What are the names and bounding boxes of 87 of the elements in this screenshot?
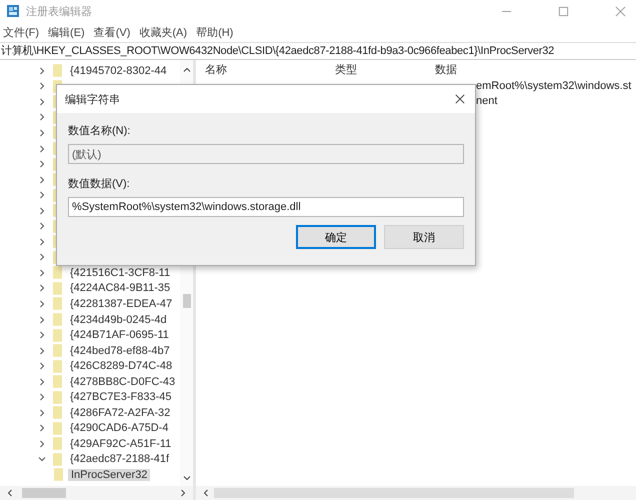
tree-item[interactable]: {424B71AF-0695-11 <box>67 329 172 342</box>
tree-item[interactable]: {429AF92C-A51F-11 <box>67 438 174 450</box>
chevron-right-icon[interactable] <box>38 176 46 184</box>
menu-item[interactable]: 查看(V) <box>94 24 130 40</box>
chevron-right-icon[interactable] <box>38 238 46 246</box>
folder-icon <box>53 344 62 358</box>
chevron-right-icon[interactable] <box>38 253 46 262</box>
horizontal-scrollbar[interactable] <box>196 486 636 500</box>
folder-icon <box>53 437 62 450</box>
horizontal-scrollbar[interactable] <box>0 486 193 500</box>
tree-item[interactable]: {426C8289-D74C-48 <box>67 360 176 372</box>
chevron-right-icon[interactable] <box>38 160 46 168</box>
table-cell: emRoot%\system32\windows.st <box>476 80 632 92</box>
scroll-left-icon[interactable] <box>6 489 14 497</box>
tree-item[interactable]: {4224AC84-9B11-35 <box>67 282 174 294</box>
menu-item[interactable]: 文件(F) <box>3 24 40 40</box>
tree-item[interactable]: {421516C1-3CF8-11 <box>67 266 174 279</box>
chevron-right-icon[interactable] <box>38 408 46 417</box>
folder-icon <box>54 468 63 482</box>
tree-item[interactable]: {4286FA72-A2FA-32 <box>67 406 174 419</box>
address-bar[interactable]: 计算机\HKEY_CLASSES_ROOT\WOW6432Node\CLSID\{42aedc87-2188-41fd-b9a3-0c966feabec1}\InProcServer32 <box>0 42 636 60</box>
folder-icon <box>53 375 62 388</box>
chevron-right-icon[interactable] <box>38 82 46 90</box>
chevron-right-icon[interactable] <box>38 268 46 277</box>
chevron-right-icon[interactable] <box>38 346 46 355</box>
tree-item[interactable]: {4278BB8C-D0FC-43 <box>67 376 178 388</box>
menu-item[interactable]: 帮助(H) <box>196 24 234 40</box>
tree-item[interactable]: {42281387-EDEA-47 <box>67 298 176 310</box>
folder-icon <box>53 390 62 404</box>
field-label: 数值数据(V): <box>68 177 131 191</box>
chevron-right-icon[interactable] <box>38 113 46 122</box>
folder-icon <box>53 297 62 310</box>
folder-icon <box>53 422 62 435</box>
chevron-right-icon[interactable] <box>38 300 46 308</box>
tree-item[interactable]: {427BC7E3-F833-45 <box>67 391 175 404</box>
chevron-right-icon[interactable] <box>38 206 46 215</box>
chevron-right-icon[interactable] <box>38 378 46 386</box>
menu-item[interactable]: 编辑(E) <box>48 24 85 40</box>
table-cell: nent <box>476 94 498 106</box>
tree-item[interactable]: InProcServer32 <box>68 468 150 481</box>
chevron-right-icon[interactable] <box>38 331 46 340</box>
scroll-left-icon[interactable] <box>202 489 210 497</box>
tree-item[interactable]: {424bed78-ef88-4b7 <box>67 344 173 357</box>
chevron-right-icon[interactable] <box>38 144 46 152</box>
folder-icon <box>53 360 62 373</box>
close-icon[interactable] <box>455 94 465 104</box>
folder-icon <box>53 282 62 295</box>
tree-item[interactable]: {4290CAD6-A75D-4 <box>67 422 172 434</box>
tree-item[interactable]: {4234d49b-0245-4d <box>67 314 170 326</box>
tree-item[interactable]: {41945702-8302-44 <box>67 64 170 77</box>
column-header[interactable]: 类型 <box>335 62 435 76</box>
dialog-title: 编辑字符串 <box>65 92 120 106</box>
tree-item[interactable]: {42aedc87-2188-41f <box>67 453 172 466</box>
chevron-right-icon[interactable] <box>38 424 46 432</box>
chevron-down-icon[interactable] <box>38 455 46 464</box>
value-data-field[interactable]: %SystemRoot%\system32\windows.storage.dll <box>68 197 464 217</box>
dialog-button[interactable]: 取消 <box>384 225 464 249</box>
folder-icon <box>53 452 62 466</box>
window-title: 注册表编辑器 <box>26 4 92 18</box>
folder-icon <box>53 406 62 420</box>
registry-icon <box>6 4 20 18</box>
dialog-button[interactable]: 确定 <box>296 225 376 249</box>
chevron-right-icon[interactable] <box>38 128 46 137</box>
chevron-right-icon[interactable] <box>38 284 46 292</box>
scrollbar-thumb[interactable] <box>182 294 190 308</box>
maximize-icon[interactable] <box>558 6 569 16</box>
menu-item[interactable]: 收藏夹(A) <box>139 24 188 40</box>
scroll-right-icon[interactable] <box>179 489 187 497</box>
chevron-right-icon[interactable] <box>38 393 46 402</box>
scroll-down-icon[interactable] <box>182 474 190 482</box>
field-label: 数值名称(N): <box>68 124 132 138</box>
chevron-right-icon[interactable] <box>38 66 46 75</box>
scrollbar-thumb[interactable] <box>22 488 66 498</box>
chevron-right-icon[interactable] <box>38 440 46 448</box>
chevron-right-icon[interactable] <box>38 98 46 106</box>
folder-icon <box>53 64 62 78</box>
value-name-field[interactable]: (默认) <box>68 144 464 164</box>
column-header[interactable]: 数据 <box>435 62 457 76</box>
chevron-right-icon[interactable] <box>38 222 46 230</box>
chevron-right-icon[interactable] <box>38 316 46 324</box>
column-header[interactable]: 名称 <box>205 62 335 76</box>
scroll-up-icon[interactable] <box>182 66 190 74</box>
folder-icon <box>53 328 62 342</box>
chevron-right-icon[interactable] <box>38 362 46 370</box>
folder-icon <box>53 313 62 326</box>
folder-icon <box>53 266 62 280</box>
chevron-right-icon[interactable] <box>38 191 46 200</box>
